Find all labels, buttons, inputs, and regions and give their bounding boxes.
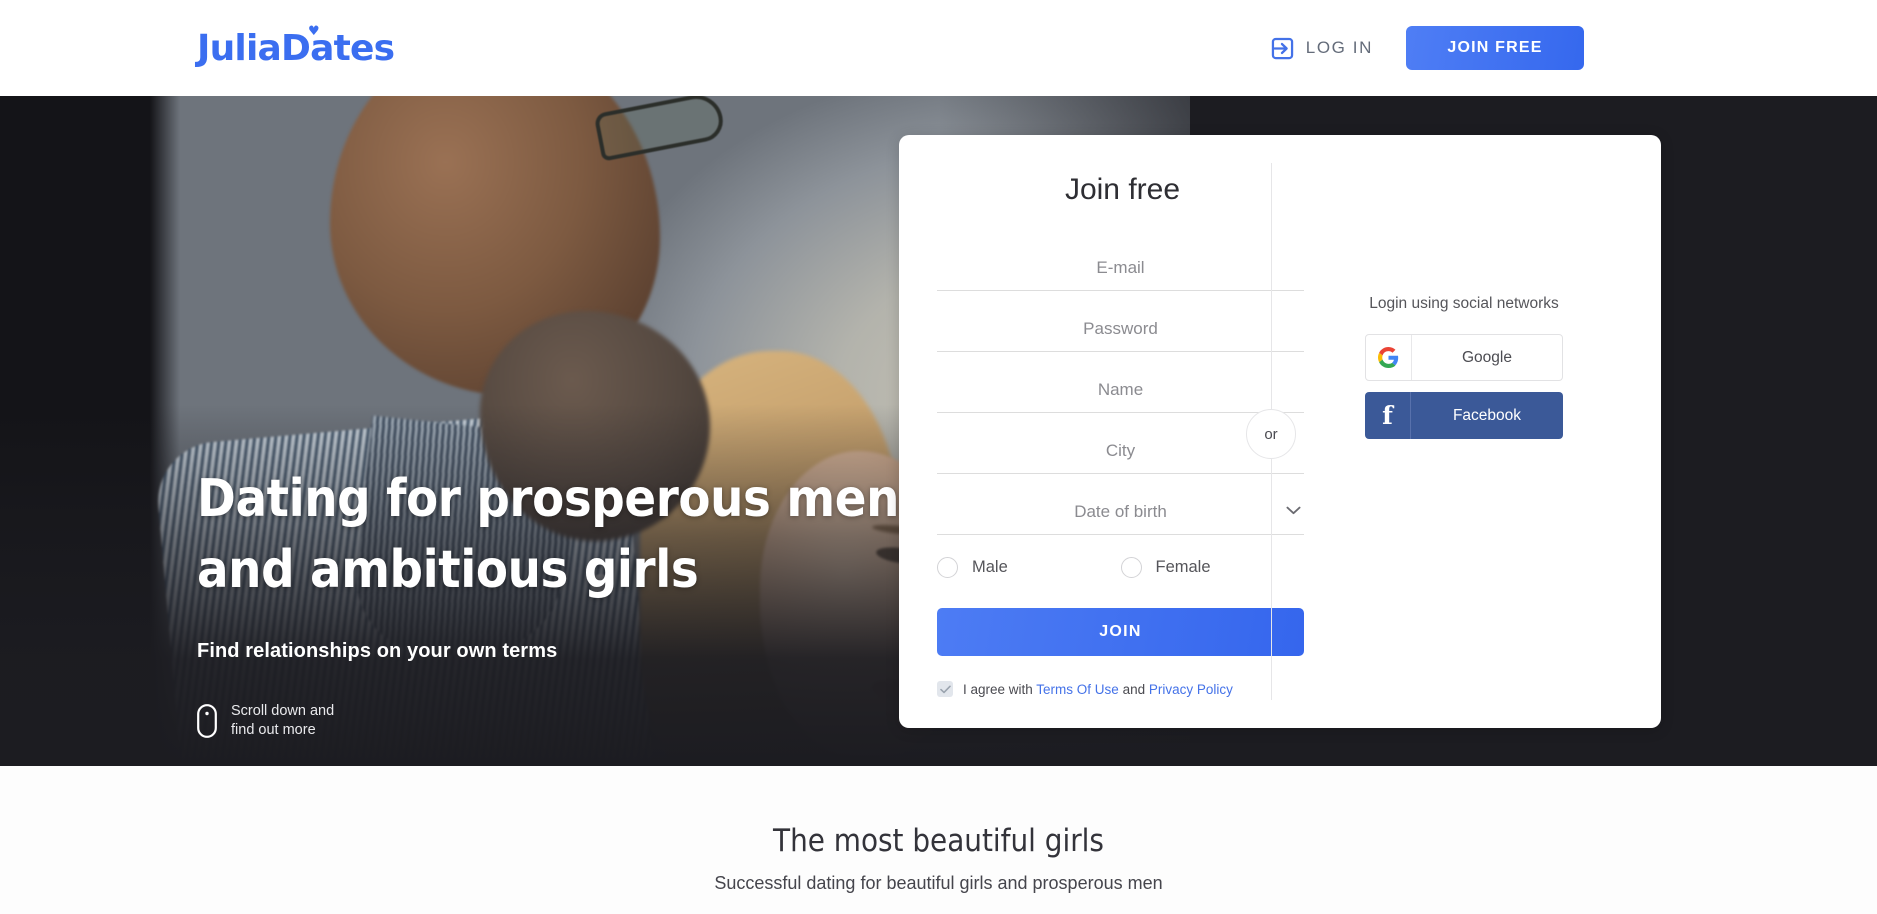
email-field[interactable] <box>937 245 1304 291</box>
login-arrow-icon <box>1271 37 1293 59</box>
signup-form: Male Female JOIN I agree with Terms Of U… <box>937 245 1304 697</box>
google-login-button[interactable]: Google <box>1365 334 1563 381</box>
terms-prefix: I agree with <box>963 681 1037 697</box>
name-field[interactable] <box>937 367 1304 413</box>
site-header: JuliaDates ♥ LOG IN JOIN FREE <box>0 0 1877 96</box>
join-submit-button[interactable]: JOIN <box>937 608 1304 656</box>
facebook-login-label: Facebook <box>1452 406 1522 424</box>
or-divider-label: or <box>1246 409 1296 459</box>
beautiful-girls-section: The most beautiful girls Successful dati… <box>0 766 1877 914</box>
facebook-login-button[interactable]: f Facebook <box>1365 392 1563 439</box>
google-login-label: Google <box>1462 348 1512 366</box>
site-logo[interactable]: JuliaDates ♥ <box>197 24 395 69</box>
facebook-icon: f <box>1365 392 1411 439</box>
date-of-birth-field[interactable] <box>937 489 1304 535</box>
terms-middle: and <box>1118 681 1149 697</box>
login-label: LOG IN <box>1305 38 1373 57</box>
date-of-birth-select[interactable] <box>937 489 1304 534</box>
hero-title: Dating for prosperous men and ambitious … <box>197 464 899 606</box>
check-icon <box>939 685 951 693</box>
section-subtitle: Successful dating for beautiful girls an… <box>714 873 1163 893</box>
mouse-icon <box>197 704 217 738</box>
join-card-title: Join free <box>1064 173 1181 206</box>
scroll-hint-text: Scroll down and find out more <box>231 703 335 738</box>
google-icon <box>1366 335 1412 380</box>
terms-of-use-link[interactable]: Terms Of Use <box>1036 682 1119 697</box>
gender-option-male[interactable]: Male <box>937 557 1121 578</box>
gender-female-label: Female <box>1155 558 1211 576</box>
password-input[interactable] <box>937 306 1304 351</box>
login-button[interactable]: LOG IN <box>1269 35 1373 62</box>
email-input[interactable] <box>937 245 1304 290</box>
terms-text: I agree with Terms Of Use and Privacy Po… <box>963 682 1233 697</box>
gender-selector: Male Female <box>937 557 1304 578</box>
join-free-button[interactable]: JOIN FREE <box>1406 26 1584 70</box>
scroll-hint[interactable]: Scroll down and find out more <box>197 702 899 740</box>
heart-icon: ♥ <box>308 24 320 39</box>
header-actions: LOG IN JOIN FREE <box>1269 0 1877 96</box>
gender-option-female[interactable]: Female <box>1120 557 1305 578</box>
password-field[interactable] <box>937 306 1304 352</box>
gender-male-label: Male <box>972 558 1008 576</box>
social-login-area: Login using social networks Google f Fac… <box>1309 295 1619 450</box>
hero-subtitle: Find relationships on your own terms <box>197 640 558 662</box>
join-free-card: Join free Male Female <box>899 135 1661 728</box>
hero-title-line-1: Dating for prosperous men <box>197 469 899 529</box>
site-logo-text: JuliaDates <box>197 28 395 69</box>
name-input[interactable] <box>937 367 1304 412</box>
social-login-caption: Login using social networks <box>1369 295 1559 312</box>
radio-male-icon[interactable] <box>937 557 958 578</box>
radio-female-icon[interactable] <box>1120 557 1142 578</box>
privacy-policy-link[interactable]: Privacy Policy <box>1149 682 1233 697</box>
terms-checkbox[interactable] <box>937 681 953 697</box>
section-title: The most beautiful girls <box>773 823 1104 859</box>
hero-copy: Dating for prosperous men and ambitious … <box>197 464 899 740</box>
terms-agreement-row: I agree with Terms Of Use and Privacy Po… <box>937 681 1304 697</box>
hero-title-line-2: and ambitious girls <box>197 540 699 600</box>
